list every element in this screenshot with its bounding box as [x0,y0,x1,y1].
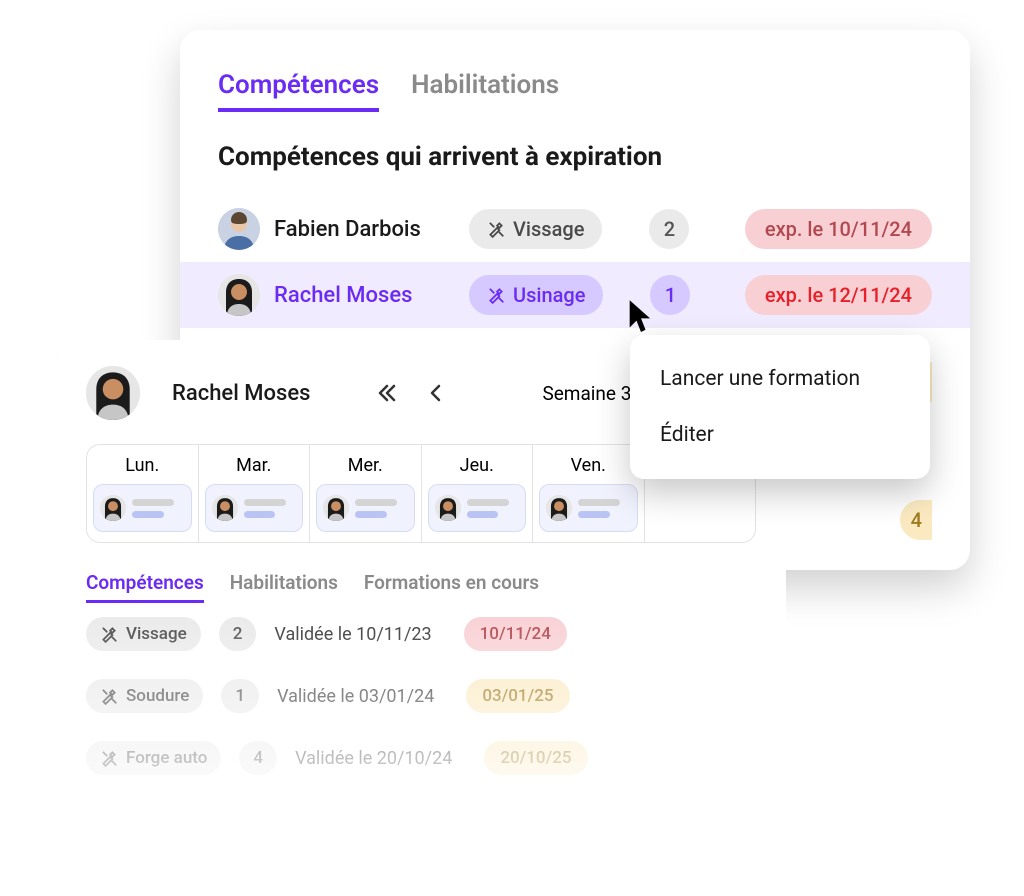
hidden-row-hint: 4 [900,500,932,540]
count-chip: 2 [219,617,257,651]
day-column: Mer. [310,445,422,542]
tab-formations[interactable]: Formations en cours [364,571,539,603]
tools-icon [100,749,118,767]
day-label: Ven. [539,455,638,476]
day-column: Ven. [533,445,645,542]
skill-row: Forge auto 4 Validée le 20/10/24 20/10/2… [86,727,756,789]
day-column: Lun. [87,445,199,542]
count-chip: 1 [221,679,259,713]
week-label: Semaine 38 [542,382,642,405]
table-row[interactable]: Fabien Darbois Vissage 2 exp. le 10/11/2… [180,196,970,262]
person-name: Rachel Moses [274,283,469,308]
skill-label: Usinage [513,283,585,307]
validated-label: Validée le 03/01/24 [277,686,434,707]
avatar [212,495,238,521]
avatar [546,495,572,521]
validated-label: Validée le 10/11/23 [274,624,431,645]
avatar [218,274,260,316]
back-tabs: Compétences Habilitations [218,70,932,112]
day-label: Mer. [316,455,415,476]
prev-button[interactable] [416,374,454,412]
avatar [323,495,349,521]
avatar [86,366,140,420]
count-chip: 2 [649,209,689,249]
menu-item-edit[interactable]: Éditer [630,407,930,463]
person-name: Rachel Moses [172,381,310,406]
skill-chip: Vissage [469,209,602,249]
skill-chip: Soudure [86,679,203,713]
chevron-left-icon [427,383,443,403]
skill-chip: Usinage [469,275,603,315]
chevron-double-left-icon [377,383,397,403]
tools-icon [100,625,118,643]
avatar [218,208,260,250]
shift-cell[interactable] [93,484,192,532]
skill-row: Soudure 1 Validée le 03/01/24 03/01/25 [86,665,756,727]
tab-competences[interactable]: Compétences [86,571,204,603]
skill-row: Vissage 2 Validée le 10/11/23 10/11/24 [86,603,756,665]
validated-label: Validée le 20/10/24 [295,748,452,769]
expiry-badge: 20/10/25 [484,741,587,775]
avatar [100,495,126,521]
prev-fast-button[interactable] [368,374,406,412]
day-column: Jeu. [422,445,534,542]
menu-item-launch-training[interactable]: Lancer une formation [630,351,930,407]
tools-icon [100,687,118,705]
shift-cell[interactable] [539,484,638,532]
skill-chip: Vissage [86,617,201,651]
skill-label: Vissage [513,217,584,241]
expiry-badge: exp. le 10/11/24 [745,209,932,249]
day-label: Jeu. [428,455,527,476]
expiry-badge: 03/01/25 [466,679,569,713]
tab-habilitations[interactable]: Habilitations [411,70,559,112]
day-column: Mar. [199,445,311,542]
person-name: Fabien Darbois [274,217,469,242]
avatar [435,495,461,521]
count-chip: 4 [239,741,277,775]
week-nav [368,374,454,412]
tab-habilitations[interactable]: Habilitations [230,571,338,603]
shift-cell[interactable] [428,484,527,532]
day-label: Mar. [205,455,304,476]
cursor-icon [624,298,658,336]
tools-icon [487,286,505,304]
skill-chip: Forge auto [86,741,221,775]
day-label: Lun. [93,455,192,476]
expiry-badge: exp. le 12/11/24 [745,275,932,315]
shift-cell[interactable] [316,484,415,532]
tools-icon [487,220,505,238]
table-row[interactable]: Rachel Moses Usinage 1 exp. le 12/11/24 [180,262,970,328]
front-tabs: Compétences Habilitations Formations en … [86,571,756,603]
context-menu: Lancer une formation Éditer [630,335,930,479]
section-title: Compétences qui arrivent à expiration [218,142,932,172]
shift-cell[interactable] [205,484,304,532]
tab-competences[interactable]: Compétences [218,70,379,112]
expiry-badge: 10/11/24 [464,617,567,651]
